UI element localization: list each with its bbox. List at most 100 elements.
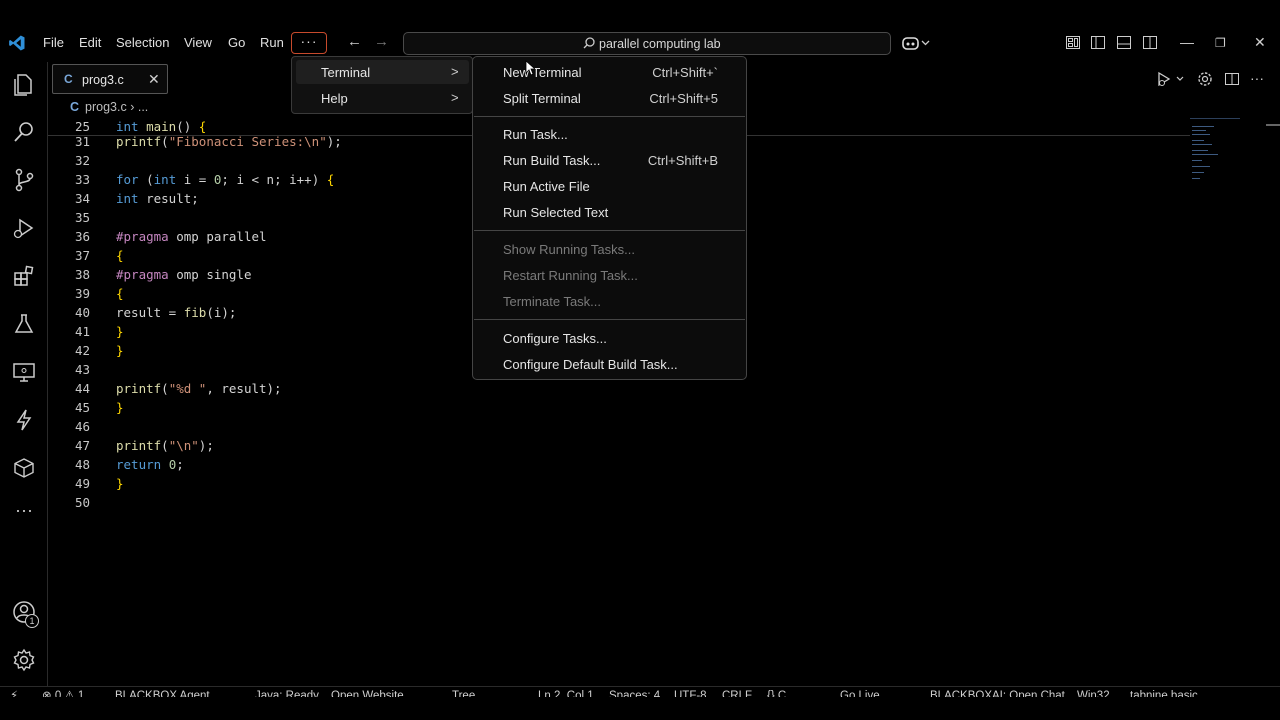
code-text[interactable]: result = fib(i); xyxy=(116,303,236,322)
split-editor-icon[interactable] xyxy=(1224,71,1240,87)
code-text[interactable]: return 0; xyxy=(116,455,184,474)
customize-layout-icon[interactable] xyxy=(1066,36,1080,49)
status-eol[interactable]: CRLF xyxy=(722,688,752,697)
cube-icon[interactable] xyxy=(12,456,36,480)
source-control-icon[interactable] xyxy=(12,168,36,192)
settings-gear-icon[interactable] xyxy=(12,648,36,672)
status-tree[interactable]: Tree xyxy=(452,688,475,697)
menu-item-terminal[interactable]: Terminal > xyxy=(296,60,469,84)
remote-indicator-icon[interactable]: ⚡ xyxy=(10,688,18,697)
code-text[interactable]: for (int i = 0; i < n; i++) { xyxy=(116,170,334,189)
scrollbar-thumb[interactable] xyxy=(1266,124,1280,126)
status-tabnine[interactable]: tabnine basic xyxy=(1130,688,1198,697)
tab-prog3-c[interactable]: C prog3.c ✕ xyxy=(52,64,168,94)
menu-split-terminal[interactable]: Split Terminal xyxy=(503,91,581,106)
status-blackboxai-chat[interactable]: BLACKBOXAI: Open Chat xyxy=(930,688,1065,697)
menu-item-help[interactable]: Help > xyxy=(296,86,469,110)
minimize-icon[interactable]: — xyxy=(1180,34,1194,50)
status-blackbox-agent[interactable]: BLACKBOX Agent xyxy=(115,688,210,697)
close-window-icon[interactable]: ✕ xyxy=(1254,34,1266,51)
activity-bar: ··· 1 xyxy=(0,62,48,686)
toggle-secondary-sidebar-icon[interactable] xyxy=(1143,36,1157,49)
extensions-icon[interactable] xyxy=(12,264,36,288)
menu-run[interactable]: Run xyxy=(260,35,284,51)
remote-explorer-icon[interactable] xyxy=(12,360,36,384)
code-text[interactable]: { xyxy=(116,284,124,303)
toggle-panel-icon[interactable] xyxy=(1117,36,1131,49)
line-number: 33 xyxy=(74,172,90,187)
menu-new-terminal[interactable]: New Terminal xyxy=(503,65,582,80)
code-line[interactable]: 45} xyxy=(48,398,1188,417)
breadcrumb-file[interactable]: prog3.c xyxy=(85,100,127,114)
menu-run-task[interactable]: Run Task... xyxy=(503,127,568,142)
run-debug-icon[interactable] xyxy=(12,216,36,240)
search-icon xyxy=(583,37,595,49)
line-number: 45 xyxy=(74,400,90,415)
code-text[interactable]: printf("\n"); xyxy=(116,436,214,455)
menu-go[interactable]: Go xyxy=(228,35,245,51)
more-menus-button[interactable]: ··· xyxy=(291,32,327,54)
menu-configure-default-build-task[interactable]: Configure Default Build Task... xyxy=(503,357,678,372)
command-center-search[interactable]: parallel computing lab xyxy=(403,32,891,55)
code-line[interactable]: 50 xyxy=(48,493,1188,512)
code-text[interactable]: printf("Fibonacci Series:\n"); xyxy=(116,132,342,151)
toggle-primary-sidebar-icon[interactable] xyxy=(1091,36,1105,49)
run-code-dropdown-icon[interactable] xyxy=(1157,71,1187,87)
lightning-icon[interactable] xyxy=(12,408,36,432)
status-open-website[interactable]: Open Website xyxy=(331,688,404,697)
back-arrow-icon[interactable]: ← xyxy=(347,33,362,50)
terminal-submenu: New Terminal Ctrl+Shift+` Split Terminal… xyxy=(472,56,747,380)
menu-run-active-file[interactable]: Run Active File xyxy=(503,179,590,194)
line-number: 47 xyxy=(74,438,90,453)
code-line[interactable]: 49} xyxy=(48,474,1188,493)
menu-run-build-task[interactable]: Run Build Task... xyxy=(503,153,600,168)
status-encoding[interactable]: UTF-8 xyxy=(674,688,707,697)
menu-file[interactable]: File xyxy=(43,35,64,51)
code-text[interactable]: #pragma omp parallel xyxy=(116,227,267,246)
status-win32[interactable]: Win32 xyxy=(1077,688,1110,697)
code-line[interactable]: 46 xyxy=(48,417,1188,436)
status-java[interactable]: Java: Ready xyxy=(255,688,319,697)
menu-edit[interactable]: Edit xyxy=(79,35,101,51)
code-text[interactable]: } xyxy=(116,322,124,341)
menu-configure-tasks[interactable]: Configure Tasks... xyxy=(503,331,607,346)
status-language[interactable]: {} C xyxy=(767,688,786,697)
code-text[interactable]: } xyxy=(116,398,124,417)
copilot-icon[interactable] xyxy=(902,35,934,51)
more-views-icon[interactable]: ··· xyxy=(12,501,36,528)
restore-icon[interactable]: ❐ xyxy=(1215,36,1226,50)
line-number: 42 xyxy=(74,343,90,358)
code-text[interactable]: } xyxy=(116,474,124,493)
code-text[interactable]: int result; xyxy=(116,189,199,208)
code-text[interactable]: } xyxy=(116,341,124,360)
breadcrumb-rest[interactable]: › ... xyxy=(130,100,148,114)
code-line[interactable]: 48 return 0; xyxy=(48,455,1188,474)
status-cursor-position[interactable]: Ln 2, Col 1 xyxy=(538,688,594,697)
account-badge: 1 xyxy=(25,614,39,628)
menu-view[interactable]: View xyxy=(184,35,212,51)
code-text[interactable]: #pragma omp single xyxy=(116,265,251,284)
forward-arrow-icon[interactable]: → xyxy=(374,33,389,50)
editor-settings-icon[interactable] xyxy=(1197,71,1213,87)
explorer-icon[interactable] xyxy=(12,72,36,96)
menu-run-selected-text[interactable]: Run Selected Text xyxy=(503,205,608,220)
tab-close-icon[interactable]: ✕ xyxy=(148,71,160,88)
line-number: 50 xyxy=(74,495,90,510)
code-text[interactable]: printf("%d ", result); xyxy=(116,379,282,398)
code-text[interactable]: { xyxy=(116,246,124,265)
status-go-live[interactable]: Go Live xyxy=(840,688,880,697)
status-indentation[interactable]: Spaces: 4 xyxy=(609,688,660,697)
code-line[interactable]: 47 printf("\n"); xyxy=(48,436,1188,455)
chevron-right-icon: > xyxy=(451,90,459,105)
mouse-cursor-icon xyxy=(525,60,535,76)
search-sidebar-icon[interactable] xyxy=(12,120,36,144)
line-number: 31 xyxy=(74,134,90,149)
status-problems[interactable]: ⊗ 0 ⚠ 1 xyxy=(42,688,84,697)
menu-selection[interactable]: Selection xyxy=(116,35,169,51)
code-line[interactable]: 44 printf("%d ", result); xyxy=(48,379,1188,398)
line-number: 36 xyxy=(74,229,90,244)
testing-flask-icon[interactable] xyxy=(12,312,36,336)
menu-separator xyxy=(474,319,745,320)
editor-more-actions-icon[interactable]: ··· xyxy=(1250,70,1264,86)
minimap[interactable] xyxy=(1190,118,1250,188)
